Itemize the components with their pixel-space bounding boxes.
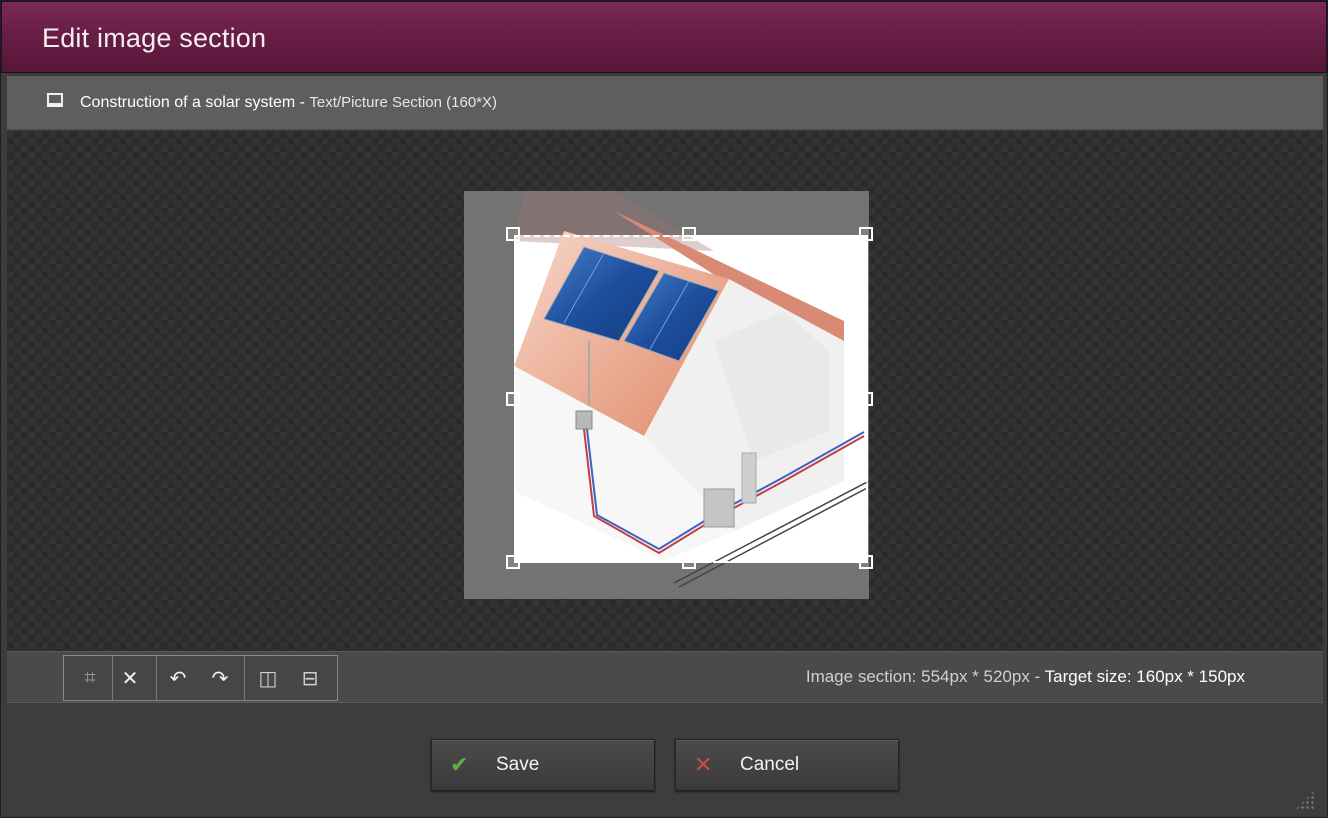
tool-group: ⌗ ✕ ↶ ↷ ◫ ⊟	[63, 655, 338, 701]
check-icon: ✔	[450, 752, 469, 777]
crop-handle-bottom[interactable]	[682, 555, 696, 569]
crop-handle-bottom-left[interactable]	[506, 555, 520, 569]
crop-handle-top-left[interactable]	[506, 227, 520, 241]
tool-separator	[156, 656, 157, 700]
dialog-title: Edit image section	[42, 23, 267, 53]
redo-icon: ↷	[211, 667, 229, 690]
undo-button[interactable]: ↶	[164, 662, 192, 694]
crop-icon: ⌗	[84, 666, 96, 689]
document-separator: -	[295, 94, 310, 111]
save-label: Save	[496, 754, 540, 775]
section-size-info: Image section: 554px * 520px - Target si…	[806, 667, 1245, 687]
edit-image-dialog: Edit image section Construction of a sol…	[0, 0, 1328, 818]
undo-icon: ↶	[169, 667, 187, 690]
monitor-icon	[47, 93, 63, 107]
redo-button[interactable]: ↷	[206, 662, 234, 694]
flip-horizontal-icon: ◫	[258, 667, 278, 690]
tool-separator	[112, 656, 113, 700]
cancel-button[interactable]: ✕ Cancel	[675, 739, 899, 791]
crop-handle-top-right[interactable]	[859, 227, 873, 241]
document-title: Construction of a solar system - Text/Pi…	[80, 94, 497, 112]
close-icon: ✕	[694, 752, 713, 777]
image-canvas[interactable]	[7, 131, 1323, 651]
crop-handle-bottom-right[interactable]	[859, 555, 873, 569]
image-toolbar: ⌗ ✕ ↶ ↷ ◫ ⊟ Image section: 554px * 520px…	[7, 651, 1323, 703]
flip-vertical-icon: ⊟	[301, 667, 319, 690]
crop-handle-right[interactable]	[859, 392, 873, 406]
save-button[interactable]: ✔ Save	[431, 739, 655, 791]
flip-vertical-button[interactable]: ⊟	[296, 662, 324, 694]
crop-selection[interactable]	[514, 235, 868, 563]
section-type: Text/Picture Section (160*X)	[309, 94, 498, 111]
document-info-bar: Construction of a solar system - Text/Pi…	[7, 76, 1323, 130]
image-section-size: Image section: 554px * 520px	[805, 667, 1030, 686]
cancel-label: Cancel	[740, 754, 800, 775]
target-size: Target size: 160px * 150px	[1044, 667, 1245, 686]
dialog-titlebar[interactable]: Edit image section	[1, 1, 1327, 73]
dialog-footer: ✔ Save ✕ Cancel	[7, 704, 1323, 816]
crop-handle-left[interactable]	[506, 392, 520, 406]
close-icon: ✕	[121, 667, 139, 690]
clear-button[interactable]: ✕	[116, 662, 144, 694]
tool-separator	[244, 656, 245, 700]
resize-grip[interactable]	[1295, 790, 1315, 810]
crop-handle-top[interactable]	[682, 227, 696, 241]
flip-horizontal-button[interactable]: ◫	[254, 662, 282, 694]
info-separator: -	[1029, 667, 1045, 686]
document-name: Construction of a solar system	[80, 94, 296, 111]
crop-button[interactable]: ⌗	[76, 662, 104, 694]
